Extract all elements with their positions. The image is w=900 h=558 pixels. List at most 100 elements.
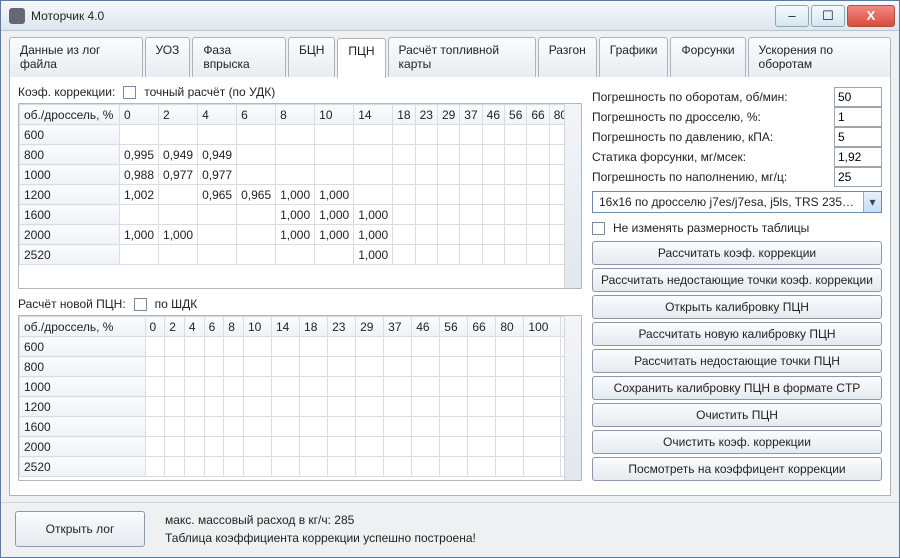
table-cell[interactable] [440,417,468,437]
column-header[interactable]: 8 [276,105,315,125]
param-input-3[interactable] [834,147,882,167]
table-cell[interactable] [237,245,276,265]
table-cell[interactable] [315,245,354,265]
table-cell[interactable] [184,437,204,457]
table-cell[interactable] [276,165,315,185]
table-cell[interactable] [271,397,299,417]
table-cell[interactable] [505,145,527,165]
table-cell[interactable] [437,185,459,205]
table-cell[interactable] [271,457,299,477]
table-cell[interactable] [356,417,384,437]
table-cell[interactable] [482,145,504,165]
column-header[interactable]: 56 [505,105,527,125]
table-cell[interactable] [496,357,524,377]
table-cell[interactable] [527,245,549,265]
table-cell[interactable] [204,337,224,357]
table-cell[interactable] [468,337,496,357]
table-cell[interactable]: 0,949 [159,145,198,165]
scrollbar-vertical[interactable] [564,316,581,480]
row-header[interactable]: 1000 [20,165,120,185]
table-cell[interactable] [243,357,271,377]
table-cell[interactable] [527,125,549,145]
table-cell[interactable] [440,457,468,477]
column-header[interactable]: 29 [437,105,459,125]
table-cell[interactable]: 1,000 [315,185,354,205]
row-header[interactable]: 1200 [20,397,146,417]
tab-9[interactable]: Ускорения по оборотам [748,37,891,77]
table-cell[interactable] [524,457,561,477]
close-button[interactable]: X [847,5,895,27]
table-cell[interactable] [184,337,204,357]
table-cell[interactable] [496,437,524,457]
tab-1[interactable]: УОЗ [145,37,191,77]
table-cell[interactable] [460,145,482,165]
table-cell[interactable] [198,125,237,145]
table-cell[interactable] [415,245,437,265]
table-cell[interactable] [524,377,561,397]
table-cell[interactable] [184,357,204,377]
column-header[interactable]: 46 [482,105,504,125]
table-cell[interactable] [145,417,165,437]
table-cell[interactable] [384,377,412,397]
table-cell[interactable] [505,245,527,265]
table-cell[interactable] [159,125,198,145]
table-cell[interactable] [184,397,204,417]
column-header[interactable]: 29 [356,317,384,337]
table-cell[interactable] [460,165,482,185]
table-cell[interactable] [224,417,244,437]
column-header[interactable]: 0 [120,105,159,125]
table-cell[interactable] [243,397,271,417]
table-cell[interactable] [145,337,165,357]
keep-size-checkbox[interactable] [592,222,605,235]
table-cell[interactable] [356,457,384,477]
table-cell[interactable] [437,165,459,185]
table-cell[interactable] [440,377,468,397]
table-cell[interactable] [468,417,496,437]
table-cell[interactable] [224,357,244,377]
action-button-5[interactable]: Сохранить калибровку ПЦН в формате CTP [592,376,882,400]
table-cell[interactable] [527,165,549,185]
column-header[interactable]: 10 [315,105,354,125]
table-cell[interactable]: 0,965 [198,185,237,205]
table-cell[interactable] [482,245,504,265]
table-cell[interactable] [412,417,440,437]
table-cell[interactable] [437,125,459,145]
table-cell[interactable] [415,205,437,225]
column-header[interactable]: 37 [460,105,482,125]
table-cell[interactable] [482,165,504,185]
table-cell[interactable] [300,437,328,457]
table-cell[interactable] [243,417,271,437]
tab-3[interactable]: БЦН [288,37,335,77]
column-header[interactable]: 37 [384,317,412,337]
table-cell[interactable]: 1,002 [120,185,159,205]
table-cell[interactable] [165,397,185,417]
table-cell[interactable] [243,457,271,477]
scrollbar-vertical[interactable] [564,104,581,288]
table-cell[interactable] [300,417,328,437]
row-header[interactable]: 2000 [20,437,146,457]
column-header[interactable]: 6 [237,105,276,125]
action-button-6[interactable]: Очистить ПЦН [592,403,882,427]
table-cell[interactable] [224,397,244,417]
table-cell[interactable] [412,337,440,357]
table-cell[interactable] [384,337,412,357]
table-cell[interactable] [198,225,237,245]
minimize-button[interactable]: – [775,5,809,27]
table-cell[interactable] [356,337,384,357]
table-cell[interactable] [120,205,159,225]
table-cell[interactable] [524,357,561,377]
row-header[interactable]: 600 [20,337,146,357]
maximize-button[interactable]: ☐ [811,5,845,27]
column-header[interactable]: 8 [224,317,244,337]
table-cell[interactable] [496,457,524,477]
table-cell[interactable] [165,357,185,377]
table-cell[interactable] [328,457,356,477]
tab-0[interactable]: Данные из лог файла [9,37,143,77]
table-cell[interactable] [384,437,412,457]
action-button-7[interactable]: Очистить коэф. коррекции [592,430,882,454]
table-cell[interactable] [505,165,527,185]
table-cell[interactable] [440,337,468,357]
open-log-button[interactable]: Открыть лог [15,511,145,547]
table-cell[interactable] [482,205,504,225]
table-cell[interactable] [460,125,482,145]
